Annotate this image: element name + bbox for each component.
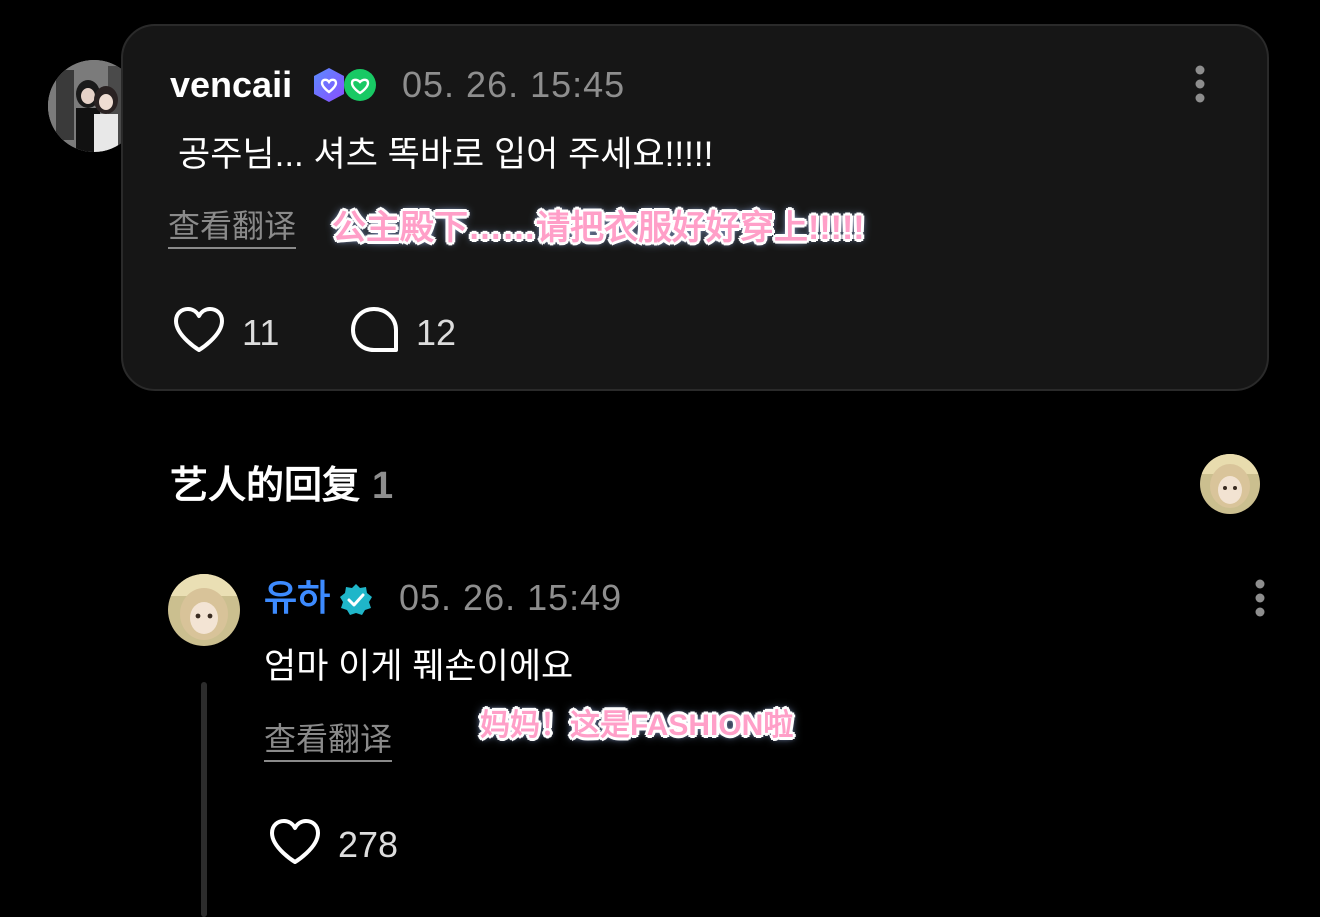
reply-translation-sticker: 妈妈！这是FASHION啦 bbox=[480, 709, 794, 742]
reply-count: 12 bbox=[416, 311, 457, 353]
verified-check-icon bbox=[339, 583, 373, 622]
comment-text: 공주님... 셔츠 똑바로 입어 주세요!!!!! bbox=[178, 135, 714, 174]
reply-like-count: 278 bbox=[338, 823, 399, 865]
like-count: 11 bbox=[242, 311, 280, 353]
membership-badge-icon bbox=[312, 67, 346, 108]
reply-username[interactable]: 유하 bbox=[264, 578, 330, 618]
comment-username[interactable]: vencaii bbox=[170, 65, 292, 105]
reply-like-stat[interactable]: 278 bbox=[268, 818, 398, 871]
artist-replies-title: 艺人的回复 1 bbox=[170, 464, 393, 508]
reply-heart-icon[interactable] bbox=[268, 818, 322, 871]
translation-sticker: 公主殿下……请把衣服好好穿上!!!!! bbox=[332, 209, 865, 247]
artist-replies-count: 1 bbox=[372, 465, 394, 507]
reply-more-icon[interactable] bbox=[1254, 578, 1266, 618]
reply-text: 엄마 이게 풰숀이에요 bbox=[264, 647, 574, 686]
reply-stat[interactable]: 12 bbox=[350, 306, 456, 359]
reply-timestamp: 05. 26. 15:49 bbox=[399, 577, 623, 618]
artist-avatar-small[interactable] bbox=[1200, 454, 1260, 514]
comment-timestamp: 05. 26. 15:45 bbox=[402, 64, 626, 105]
verified-badge-icon bbox=[342, 68, 378, 107]
reply-avatar[interactable] bbox=[168, 574, 240, 646]
reply-translate-link[interactable]: 查看翻译 bbox=[264, 720, 393, 762]
comment-icon[interactable] bbox=[350, 306, 400, 359]
more-icon[interactable] bbox=[1194, 64, 1206, 104]
artist-replies-label: 艺人的回复 bbox=[170, 465, 361, 507]
translate-link[interactable]: 查看翻译 bbox=[168, 207, 297, 249]
like-stat[interactable]: 11 bbox=[172, 306, 279, 359]
thread-line bbox=[201, 682, 207, 917]
heart-icon[interactable] bbox=[172, 306, 226, 359]
